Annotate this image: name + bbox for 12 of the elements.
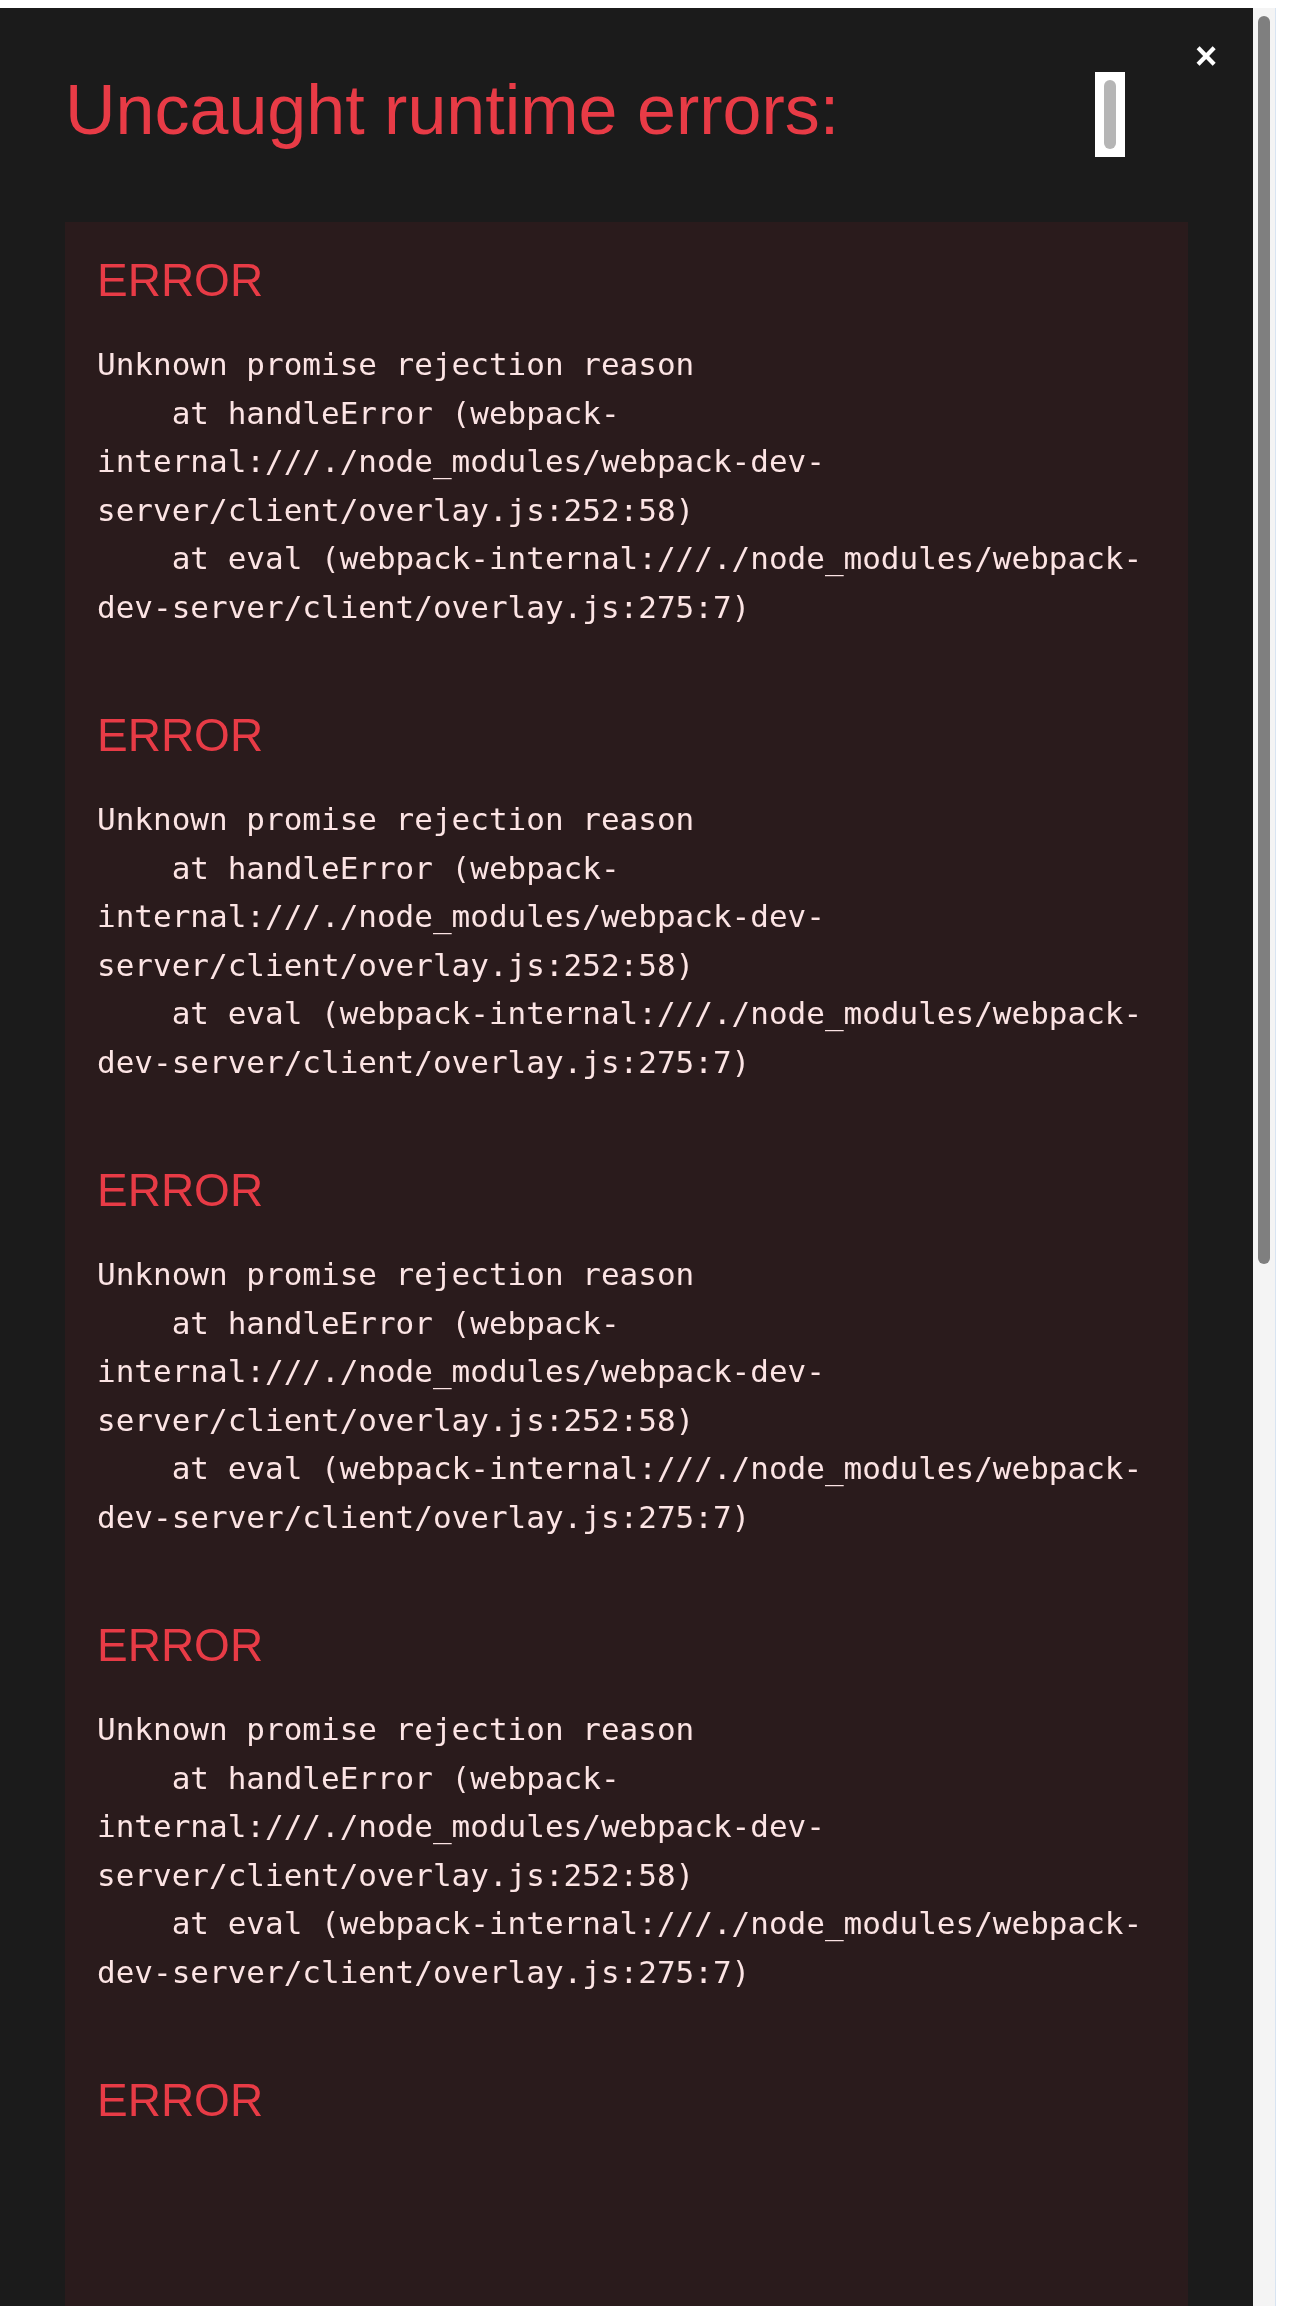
error-heading: ERROR (97, 709, 264, 761)
close-button[interactable]: × (1188, 34, 1224, 78)
error-message: Unknown promise rejection reason at handleError (webpack-internal:///./node_modules/webpack-dev-server/client/overlay.js:252:58) at eval (webpack-internal:///./node_modules/webpack-dev-server/client/overlay.js:275:7) (97, 1255, 1144, 1537)
error-heading: ERROR (97, 1164, 264, 1216)
error-heading: ERROR (97, 2074, 264, 2126)
error-heading: ERROR (97, 254, 264, 306)
error-message: Unknown promise rejection reason at handleError (webpack-internal:///./node_modules/webpack-dev-server/client/overlay.js:252:58) at eval (webpack-internal:///./node_modules/webpack-dev-server/client/overlay.js:275:7) (97, 345, 1144, 627)
error-heading: ERROR (97, 1619, 264, 1671)
error-message: Unknown promise rejection reason at handleError (webpack-internal:///./node_modules/webpack-dev-server/client/overlay.js:252:58) at eval (webpack-internal:///./node_modules/webpack-dev-server/client/overlay.js:275:7) (97, 800, 1144, 1082)
overlay-title: Uncaught runtime errors: (65, 70, 840, 150)
error-message: Unknown promise rejection reason at handleError (webpack-internal:///./node_modules/webpack-dev-server/client/overlay.js:252:58) at eval (webpack-internal:///./node_modules/webpack-dev-server/client/overlay.js:275:7) (97, 1710, 1144, 1992)
scrollbar-thumb[interactable] (1258, 16, 1270, 1264)
